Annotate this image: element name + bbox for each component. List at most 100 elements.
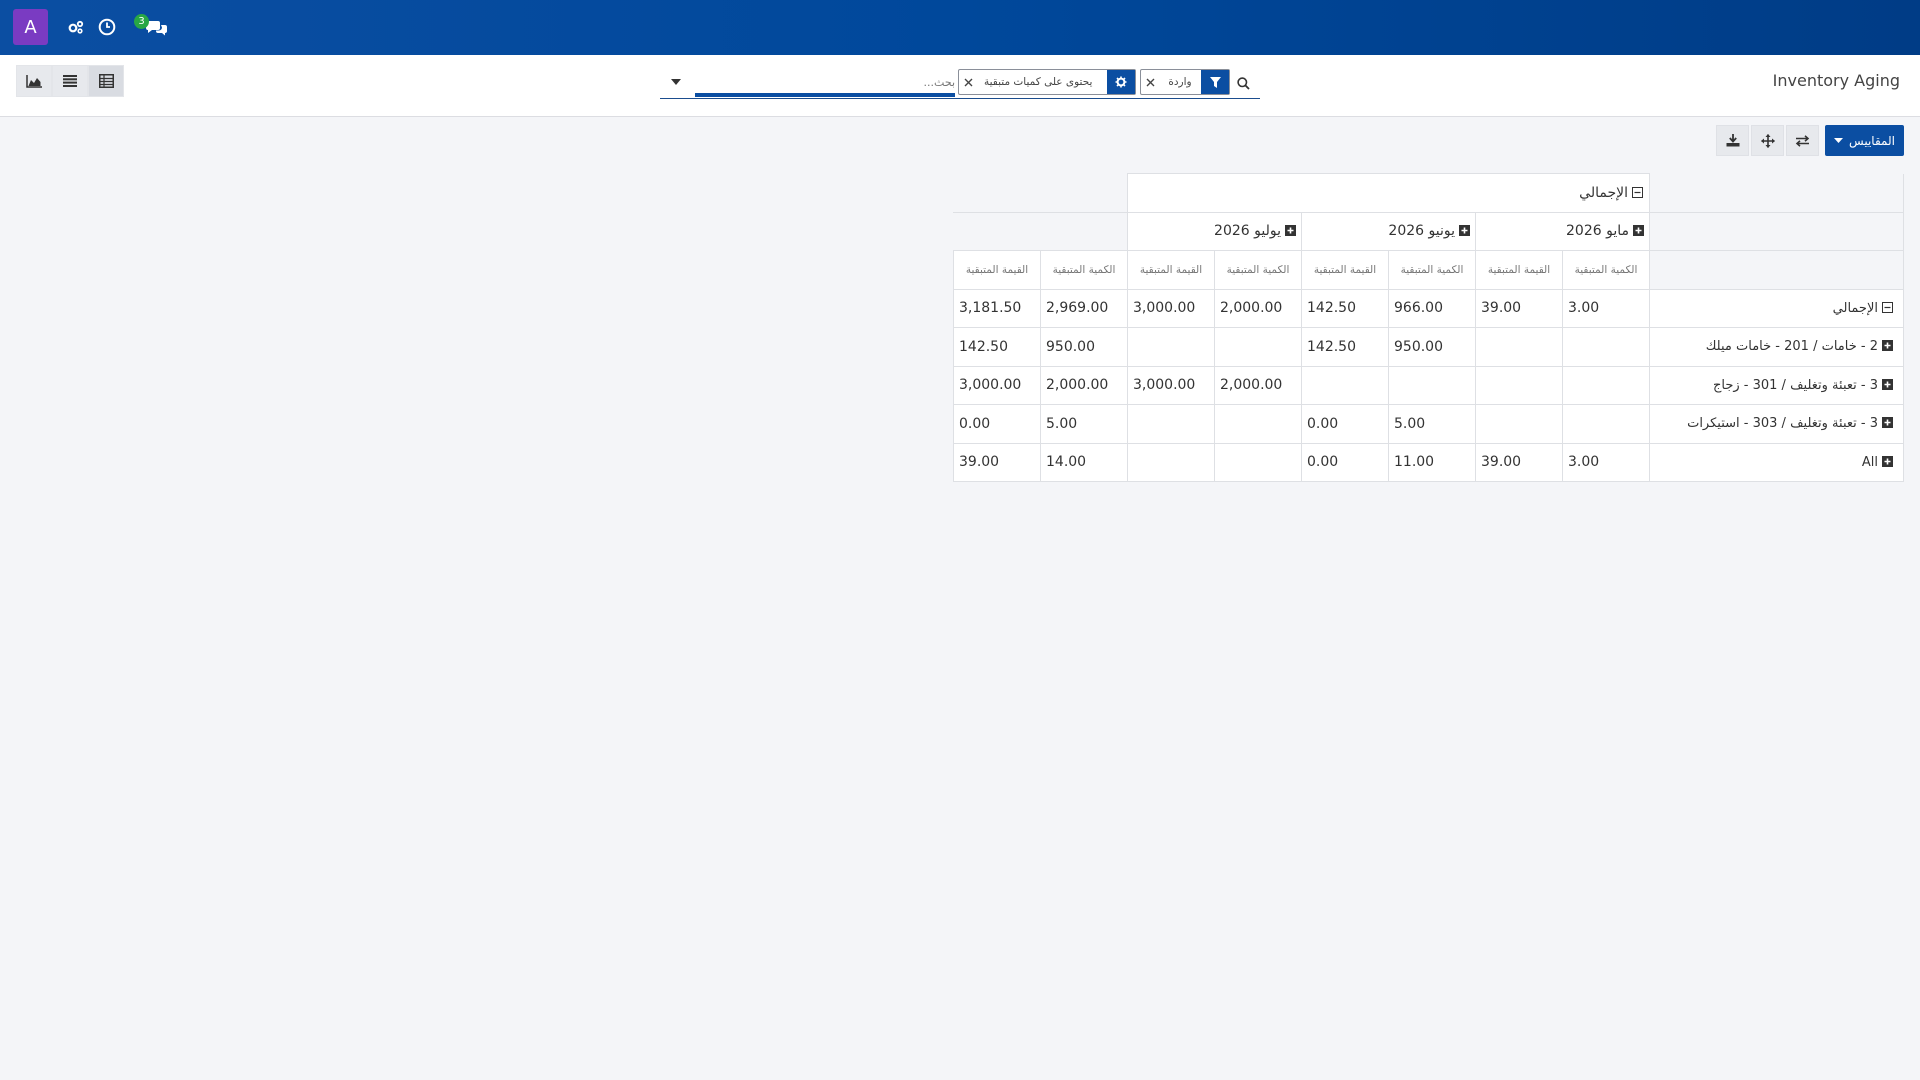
measure-header[interactable]: القيمة المتبقية [1475, 250, 1563, 290]
pivot-cell[interactable] [1562, 404, 1650, 444]
measure-header[interactable]: الكمية المتبقية [1040, 250, 1128, 290]
filter-facet-remove[interactable] [1141, 70, 1159, 94]
pivot-cell[interactable]: 142.50 [1301, 327, 1389, 367]
pivot-cell[interactable]: 5.00 [1040, 404, 1128, 444]
search-icon [1236, 76, 1250, 90]
table-row: All 3.00 39.00 11.00 0.00 14.00 39.00 [953, 442, 1904, 482]
measure-header[interactable]: القيمة المتبقية [953, 250, 1041, 290]
search-button[interactable] [1233, 73, 1253, 93]
user-avatar[interactable]: A [13, 9, 48, 45]
pivot-body: الإجمالي 3.00 39.00 966.00 142.50 2,000.00 3,0… [953, 288, 1904, 482]
close-icon [1146, 78, 1154, 86]
col-header-month-1-label: مايو 2026 [1566, 223, 1629, 240]
pivot-cell[interactable] [1301, 365, 1389, 405]
search-bar: يحتوى على كميات متبقية واردة [660, 67, 1260, 99]
pivot-cell[interactable]: 142.50 [1301, 288, 1389, 328]
pivot-cell[interactable] [1127, 442, 1215, 482]
pivot-corner-cell-left [953, 173, 1128, 213]
page-title: Inventory Aging [1772, 71, 1900, 90]
pivot-view-button[interactable] [88, 65, 124, 97]
measure-header[interactable]: الكمية المتبقية [1562, 250, 1650, 290]
search-options-toggle[interactable] [666, 72, 686, 92]
close-icon [964, 78, 972, 86]
pivot-cell[interactable]: 39.00 [1475, 288, 1563, 328]
row-header[interactable]: 3 - تعبئة وتغليف / 303 - استيكرات [1649, 404, 1904, 444]
row-header[interactable]: الإجمالي [1649, 288, 1904, 328]
plus-square-icon [1882, 378, 1893, 390]
pivot-cell[interactable] [1127, 327, 1215, 367]
pivot-cell[interactable]: 966.00 [1388, 288, 1476, 328]
pivot-cell[interactable] [1475, 365, 1563, 405]
col-header-month-1[interactable]: مايو 2026 [1475, 211, 1650, 251]
search-input[interactable] [695, 71, 955, 94]
pivot-cell[interactable] [1475, 327, 1563, 367]
filter-funnel-icon [1209, 76, 1221, 88]
pivot-cell[interactable]: 5.00 [1388, 404, 1476, 444]
pivot-cell[interactable] [1562, 327, 1650, 367]
pivot-cell[interactable]: 142.50 [953, 327, 1041, 367]
measure-header[interactable]: الكمية المتبقية [1388, 250, 1476, 290]
row-header[interactable]: 3 - تعبئة وتغليف / 301 - زجاج [1649, 365, 1904, 405]
pivot-cell[interactable] [1214, 442, 1302, 482]
col-header-month-3-label: يوليو 2026 [1214, 223, 1281, 240]
pivot-cell[interactable] [1214, 404, 1302, 444]
plus-square-icon [1633, 225, 1644, 237]
list-view-button[interactable] [52, 65, 88, 97]
graph-view-button[interactable] [16, 65, 52, 97]
pivot-cell[interactable]: 3,000.00 [1127, 288, 1215, 328]
pivot-cell[interactable] [1562, 365, 1650, 405]
pivot-cell[interactable]: 3,000.00 [1127, 365, 1215, 405]
download-icon [1726, 134, 1739, 147]
pivot-cell[interactable] [1475, 404, 1563, 444]
measures-dropdown-button[interactable]: المقاييس [1825, 125, 1904, 156]
pivot-cell[interactable] [1388, 365, 1476, 405]
pivot-table-icon [98, 74, 114, 88]
plus-square-icon [1882, 340, 1893, 352]
pivot-cell[interactable] [1127, 404, 1215, 444]
pivot-cell[interactable]: 950.00 [1388, 327, 1476, 367]
pivot-cell[interactable]: 2,969.00 [1040, 288, 1128, 328]
table-row: 2 - خامات / 201 - خامات ميلك 950.00 142.50… [953, 327, 1904, 367]
measure-header[interactable]: القيمة المتبقية [1127, 250, 1215, 290]
debug-gears-icon[interactable] [65, 16, 87, 38]
col-total-header[interactable]: الإجمالي [1127, 173, 1650, 213]
row-header-label: All [1861, 454, 1878, 470]
pivot-cell[interactable]: 2,000.00 [1214, 288, 1302, 328]
table-row: 3 - تعبئة وتغليف / 303 - استيكرات 5.00 0.0… [953, 404, 1904, 444]
download-xlsx-button[interactable] [1716, 125, 1749, 156]
pivot-cell[interactable]: 3,000.00 [953, 365, 1041, 405]
flip-axis-button[interactable] [1786, 125, 1819, 156]
measure-header[interactable]: القيمة المتبقية [1301, 250, 1389, 290]
col-header-month-2[interactable]: يونيو 2026 [1301, 211, 1476, 251]
pivot-cell[interactable]: 3,181.50 [953, 288, 1041, 328]
col-header-month-3[interactable]: يوليو 2026 [1127, 211, 1302, 251]
plus-square-icon [1459, 225, 1470, 237]
row-header[interactable]: All [1649, 442, 1904, 482]
row-header-label: 2 - خامات / 201 - خامات ميلك [1705, 339, 1878, 355]
pivot-cell[interactable]: 14.00 [1040, 442, 1128, 482]
groupby-facet-value: يحتوى على كميات متبقية [984, 76, 1093, 88]
table-row: 3 - تعبئة وتغليف / 301 - زجاج 2,000.00 3,0… [953, 365, 1904, 405]
activity-clock-icon[interactable] [96, 16, 118, 38]
pivot-cell[interactable]: 3.00 [1562, 442, 1650, 482]
pivot-cell[interactable]: 3.00 [1562, 288, 1650, 328]
groupby-facet-remove[interactable] [959, 70, 977, 94]
expand-all-button[interactable] [1751, 125, 1784, 156]
measure-header[interactable]: الكمية المتبقية [1214, 250, 1302, 290]
pivot-cell[interactable]: 950.00 [1040, 327, 1128, 367]
search-input-wrapper [695, 71, 955, 97]
pivot-cell[interactable]: 11.00 [1388, 442, 1476, 482]
pivot-cell[interactable]: 0.00 [1301, 404, 1389, 444]
pivot-cell[interactable]: 2,000.00 [1040, 365, 1128, 405]
area-chart-icon [26, 74, 42, 88]
top-navbar: A 3 [0, 0, 1920, 55]
pivot-cell[interactable] [1214, 327, 1302, 367]
filter-facet: واردة [1140, 69, 1230, 95]
pivot-cell[interactable]: 39.00 [1475, 442, 1563, 482]
row-header[interactable]: 2 - خامات / 201 - خامات ميلك [1649, 327, 1904, 367]
pivot-cell[interactable]: 0.00 [1301, 442, 1389, 482]
pivot-cell[interactable]: 2,000.00 [1214, 365, 1302, 405]
pivot-cell[interactable]: 39.00 [953, 442, 1041, 482]
arrows-expand-icon [1760, 133, 1775, 148]
pivot-cell[interactable]: 0.00 [953, 404, 1041, 444]
